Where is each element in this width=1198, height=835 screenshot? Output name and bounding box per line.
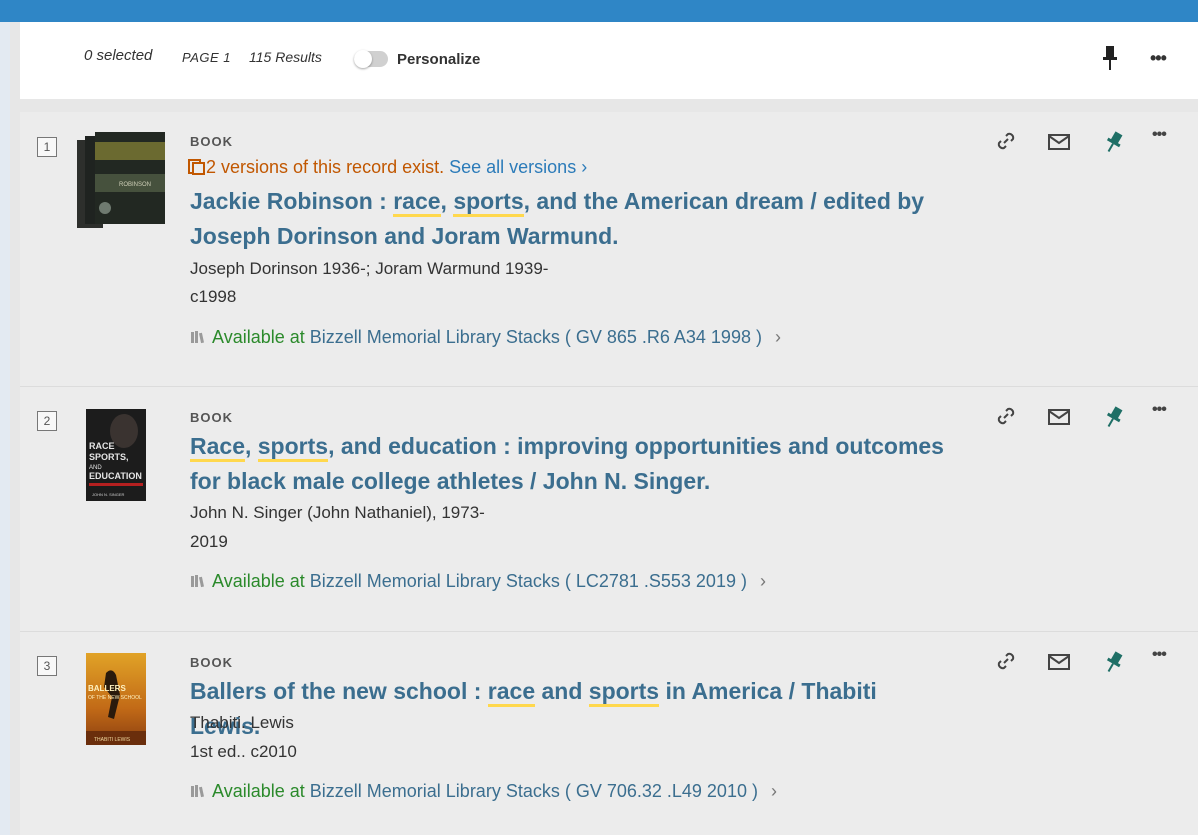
record-type: BOOK [190, 134, 233, 149]
book-cover-thumbnail[interactable]: BALLERS OF THE NEW SCHOOL THABITI LEWIS [86, 653, 146, 745]
see-all-versions-link[interactable]: See all versions › [449, 157, 587, 177]
result-index[interactable]: 3 [37, 656, 57, 676]
record-actions: ••• [995, 401, 1175, 429]
cover-text: ROBINSON [119, 182, 151, 188]
availability-location[interactable]: Bizzell Memorial Library Stacks ( LC2781… [310, 571, 747, 591]
record-author: John N. Singer (John Nathaniel), 1973- [190, 503, 485, 522]
more-options-icon[interactable]: ••• [1150, 48, 1167, 69]
cover-text: JOHN N. SINGER [92, 492, 125, 497]
availability-location[interactable]: Bizzell Memorial Library Stacks ( GV 865… [310, 327, 762, 347]
more-options-icon[interactable]: ••• [1152, 401, 1167, 419]
record-author: Joseph Dorinson 1936-; Joram Warmund 193… [190, 259, 549, 278]
link-icon[interactable] [995, 405, 1017, 427]
result-card[interactable]: 1 ROBINSON BOOK 2 versions of this recor… [20, 112, 1198, 386]
chevron-right-icon: › [581, 157, 588, 177]
record-actions: ••• [995, 646, 1175, 674]
record-title[interactable]: Ballers of the new school : race and spo… [190, 674, 950, 744]
personalize-toggle[interactable] [354, 50, 388, 68]
versions-icon [188, 159, 205, 175]
cover-text: EDUCATION [89, 471, 142, 481]
cover-text: THABITI LEWIS [94, 737, 131, 743]
cover-text: BALLERS [88, 684, 126, 693]
record-date: 1st ed.. c2010 [190, 742, 297, 761]
cover-text: OF THE NEW SCHOOL [88, 695, 142, 701]
link-icon[interactable] [995, 130, 1017, 152]
availability-status[interactable]: Available at [212, 327, 305, 347]
book-shelf-icon [191, 331, 204, 344]
pin-icon[interactable] [1103, 405, 1125, 429]
result-index[interactable]: 2 [37, 411, 57, 431]
title-highlight[interactable]: sports [588, 678, 660, 707]
top-bar [0, 0, 1198, 22]
record-type: BOOK [190, 655, 233, 670]
availability-line[interactable]: Available at Bizzell Memorial Library St… [190, 327, 781, 348]
book-shelf-icon [191, 785, 204, 798]
availability-status[interactable]: Available at [212, 781, 305, 801]
chevron-right-icon[interactable]: › [771, 781, 777, 801]
left-strip [0, 22, 10, 835]
toggle-knob[interactable] [354, 50, 372, 68]
mail-icon[interactable] [1047, 653, 1071, 671]
title-text[interactable]: Ballers of the new school : [190, 678, 488, 704]
personalize-label[interactable]: Personalize [397, 51, 480, 68]
title-highlight[interactable]: sports [257, 433, 329, 462]
book-cover-thumbnail[interactable]: ROBINSON [77, 130, 169, 230]
record-title[interactable]: Race, sports, and education : improving … [190, 429, 950, 499]
cover-text: RACE [89, 441, 115, 451]
see-all-versions-label[interactable]: See all versions [449, 157, 576, 177]
title-highlight[interactable]: Race [190, 433, 245, 462]
record-title[interactable]: Jackie Robinson : race, sports, and the … [190, 184, 950, 254]
page-indicator: PAGE 1 [182, 50, 232, 65]
results-count: 115 Results [249, 49, 322, 65]
result-card[interactable]: 2 RACE SPORTS, AND EDUCATION JOHN N. SIN… [20, 386, 1198, 631]
title-text[interactable]: Jackie Robinson : [190, 188, 393, 214]
versions-text: 2 versions of this record exist. [206, 157, 445, 177]
record-type: BOOK [190, 410, 233, 425]
availability-status[interactable]: Available at [212, 571, 305, 591]
title-text[interactable]: , [441, 188, 454, 214]
mail-icon[interactable] [1047, 133, 1071, 151]
record-date: c1998 [190, 287, 237, 306]
record-author: Thabiti. Lewis [190, 713, 294, 732]
book-cover-thumbnail[interactable]: RACE SPORTS, AND EDUCATION JOHN N. SINGE… [86, 409, 146, 501]
title-text[interactable]: , [245, 433, 258, 459]
record-date: 2019 [190, 532, 228, 551]
pin-icon[interactable] [1103, 130, 1125, 154]
availability-line[interactable]: Available at Bizzell Memorial Library St… [190, 571, 766, 592]
title-highlight[interactable]: race [393, 188, 441, 217]
result-index[interactable]: 1 [37, 137, 57, 157]
more-options-icon[interactable]: ••• [1152, 126, 1167, 144]
pin-icon[interactable] [1100, 44, 1120, 72]
title-text[interactable]: and [535, 678, 589, 704]
mail-icon[interactable] [1047, 408, 1071, 426]
record-actions: ••• [995, 126, 1175, 154]
book-shelf-icon [191, 575, 204, 588]
availability-line[interactable]: Available at Bizzell Memorial Library St… [190, 781, 777, 802]
pin-icon[interactable] [1103, 650, 1125, 674]
availability-location[interactable]: Bizzell Memorial Library Stacks ( GV 706… [310, 781, 758, 801]
chevron-right-icon[interactable]: › [775, 327, 781, 347]
results-list: 1 ROBINSON BOOK 2 versions of this recor… [20, 112, 1198, 835]
more-options-icon[interactable]: ••• [1152, 646, 1167, 664]
title-highlight[interactable]: sports [453, 188, 524, 217]
cover-text: SPORTS, [89, 452, 129, 462]
versions-notice: 2 versions of this record exist. See all… [188, 157, 587, 178]
title-highlight[interactable]: race [487, 678, 536, 707]
result-card[interactable]: 3 BALLERS OF THE NEW SCHOOL THABITI LEWI… [20, 631, 1198, 835]
link-icon[interactable] [995, 650, 1017, 672]
selected-count: 0 selected [84, 47, 153, 64]
chevron-right-icon[interactable]: › [760, 571, 766, 591]
